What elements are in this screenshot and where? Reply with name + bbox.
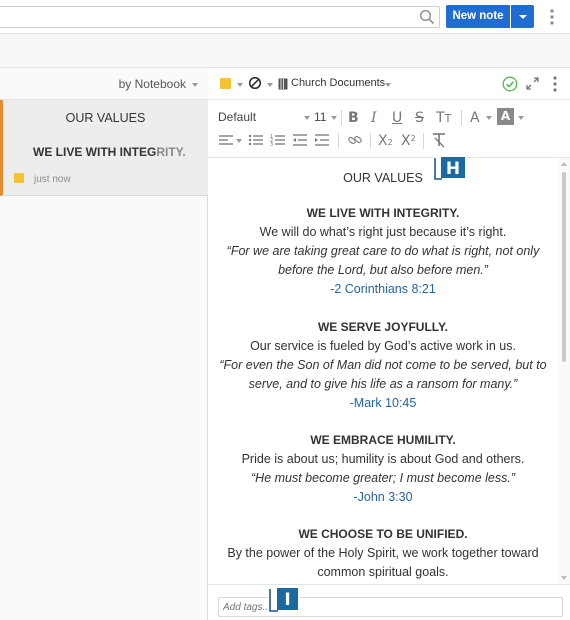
svg-text:3: 3 [270, 142, 273, 147]
block-icon[interactable] [248, 76, 262, 90]
chevron-down-icon[interactable] [304, 116, 310, 120]
search-icon[interactable] [419, 9, 435, 25]
note-list-header: by Notebook [0, 68, 208, 100]
editor-header: Church Documents [208, 68, 570, 100]
h-marker-icon: H [433, 156, 467, 182]
text-color-icon[interactable]: A [470, 110, 480, 126]
notebook-icon [278, 78, 288, 90]
highlight-color-icon[interactable]: A [497, 108, 514, 125]
top-bar: New note [0, 0, 570, 34]
note-color-icon[interactable] [220, 78, 231, 89]
chevron-down-icon[interactable] [385, 83, 391, 87]
chevron-down-icon[interactable] [236, 139, 242, 143]
bulleted-list-icon[interactable] [248, 133, 264, 147]
scripture-reference[interactable]: -Mark 10:45 [208, 394, 558, 413]
note-title: OUR VALUES [65, 111, 146, 125]
more-options-icon[interactable] [547, 8, 557, 26]
text-size-icon[interactable]: TT [436, 110, 451, 127]
chevron-down-icon[interactable] [237, 83, 243, 87]
editor-scrollbar[interactable] [558, 158, 570, 584]
chevron-down-icon[interactable] [267, 83, 273, 87]
scripture-quote: “He must become greater; I must become l… [251, 471, 515, 485]
chevron-down-icon[interactable] [486, 116, 492, 120]
scroll-up-icon[interactable] [561, 162, 567, 166]
notebook-selector[interactable]: Church Documents [291, 77, 385, 89]
align-icon[interactable] [218, 133, 234, 147]
note-content[interactable]: OUR VALUES WE LIVE WITH INTEGRITY. We wi… [208, 158, 558, 584]
section-statement: Our service is fueled by God’s active wo… [250, 339, 516, 353]
note-snippet-strong: WE LIVE WITH INTEG [33, 145, 157, 159]
strikethrough-icon[interactable]: S [415, 110, 424, 126]
toolbar-divider [423, 133, 424, 149]
chevron-down-icon[interactable] [192, 83, 198, 87]
font-size-select[interactable]: 11 [314, 110, 326, 124]
section-heading: WE CHOOSE TO BE UNIFIED. [298, 527, 468, 541]
search-input[interactable] [0, 6, 440, 28]
h-marker-letter: H [446, 159, 460, 179]
note-snippet: WE LIVE WITH INTEGRITY. [33, 145, 186, 159]
toolbar-divider [341, 110, 342, 126]
scripture-quote: serve, and to give his life as a ransom … [248, 377, 518, 391]
note-editor: Church Documents Default 11 B I U S TT A… [208, 68, 570, 620]
tag-bar [208, 584, 570, 620]
clear-formatting-icon[interactable] [431, 132, 447, 148]
italic-icon[interactable]: I [371, 110, 377, 126]
link-icon[interactable] [347, 133, 363, 147]
toolbar-divider [370, 133, 371, 149]
sync-check-icon [502, 76, 518, 92]
underline-icon[interactable]: U [392, 110, 402, 126]
section-statement: common spiritual goals. [317, 565, 449, 579]
chevron-down-icon[interactable] [518, 116, 524, 120]
scroll-down-icon[interactable] [561, 576, 567, 580]
note-timestamp: just now [34, 174, 71, 185]
sticky-note-icon [14, 173, 24, 183]
i-marker-letter: I [284, 590, 290, 610]
note-list-pane: by Notebook OUR VALUES WE LIVE WITH INTE… [0, 68, 208, 620]
note-list-item[interactable]: OUR VALUES WE LIVE WITH INTEGRITY. just … [0, 100, 208, 196]
section-statement: We will do what’s right just because it’… [259, 225, 507, 239]
document-title: OUR VALUES [343, 171, 423, 185]
chevron-down-icon[interactable] [331, 116, 337, 120]
numbered-list-icon[interactable]: 1 2 3 [270, 133, 286, 147]
section-heading: WE EMBRACE HUMILITY. [310, 433, 456, 447]
scripture-quote: “For even the Son of Man did not come to… [219, 358, 547, 372]
toolbar-divider [338, 133, 339, 149]
scripture-reference[interactable]: -2 Corinthians 8:21 [208, 280, 558, 299]
toolbar-band [0, 34, 570, 68]
outdent-icon[interactable] [292, 133, 308, 147]
scripture-quote: “For we are taking great care to do what… [226, 244, 540, 258]
formatting-toolbar: Default 11 B I U S TT A A 1 2 3 X2 X2 [208, 100, 570, 158]
scripture-quote: before the Lord, but also before men.” [278, 263, 488, 277]
bold-icon[interactable]: B [348, 110, 359, 126]
section-heading: WE LIVE WITH INTEGRITY. [306, 206, 460, 220]
scrollbar-thumb[interactable] [562, 172, 566, 362]
sort-by-notebook-dropdown[interactable]: by Notebook [119, 77, 186, 91]
i-marker-icon: I [268, 586, 300, 614]
subscript-icon[interactable]: X2 [378, 133, 393, 151]
note-snippet-fade: RITY. [156, 145, 186, 159]
expand-icon[interactable] [526, 77, 539, 90]
value-section: WE SERVE JOYFULLY. Our service is fueled… [208, 318, 558, 413]
scripture-reference[interactable]: -John 3:30 [208, 488, 558, 507]
toolbar-divider [461, 110, 462, 126]
superscript-icon[interactable]: X2 [401, 131, 416, 149]
font-family-select[interactable]: Default [218, 110, 256, 124]
value-section: WE EMBRACE HUMILITY. Pride is about us; … [208, 431, 558, 507]
section-heading: WE SERVE JOYFULLY. [317, 320, 449, 334]
new-note-button[interactable]: New note [446, 5, 510, 28]
indent-icon[interactable] [314, 133, 330, 147]
section-statement: By the power of the Holy Spirit, we work… [227, 546, 539, 560]
note-options-icon[interactable] [551, 75, 559, 93]
new-note-dropdown-button[interactable] [511, 5, 534, 28]
section-statement: Pride is about us; humility is about God… [241, 452, 525, 466]
value-section: WE LIVE WITH INTEGRITY. We will do what’… [208, 204, 558, 299]
value-section: WE CHOOSE TO BE UNIFIED. By the power of… [208, 525, 558, 582]
